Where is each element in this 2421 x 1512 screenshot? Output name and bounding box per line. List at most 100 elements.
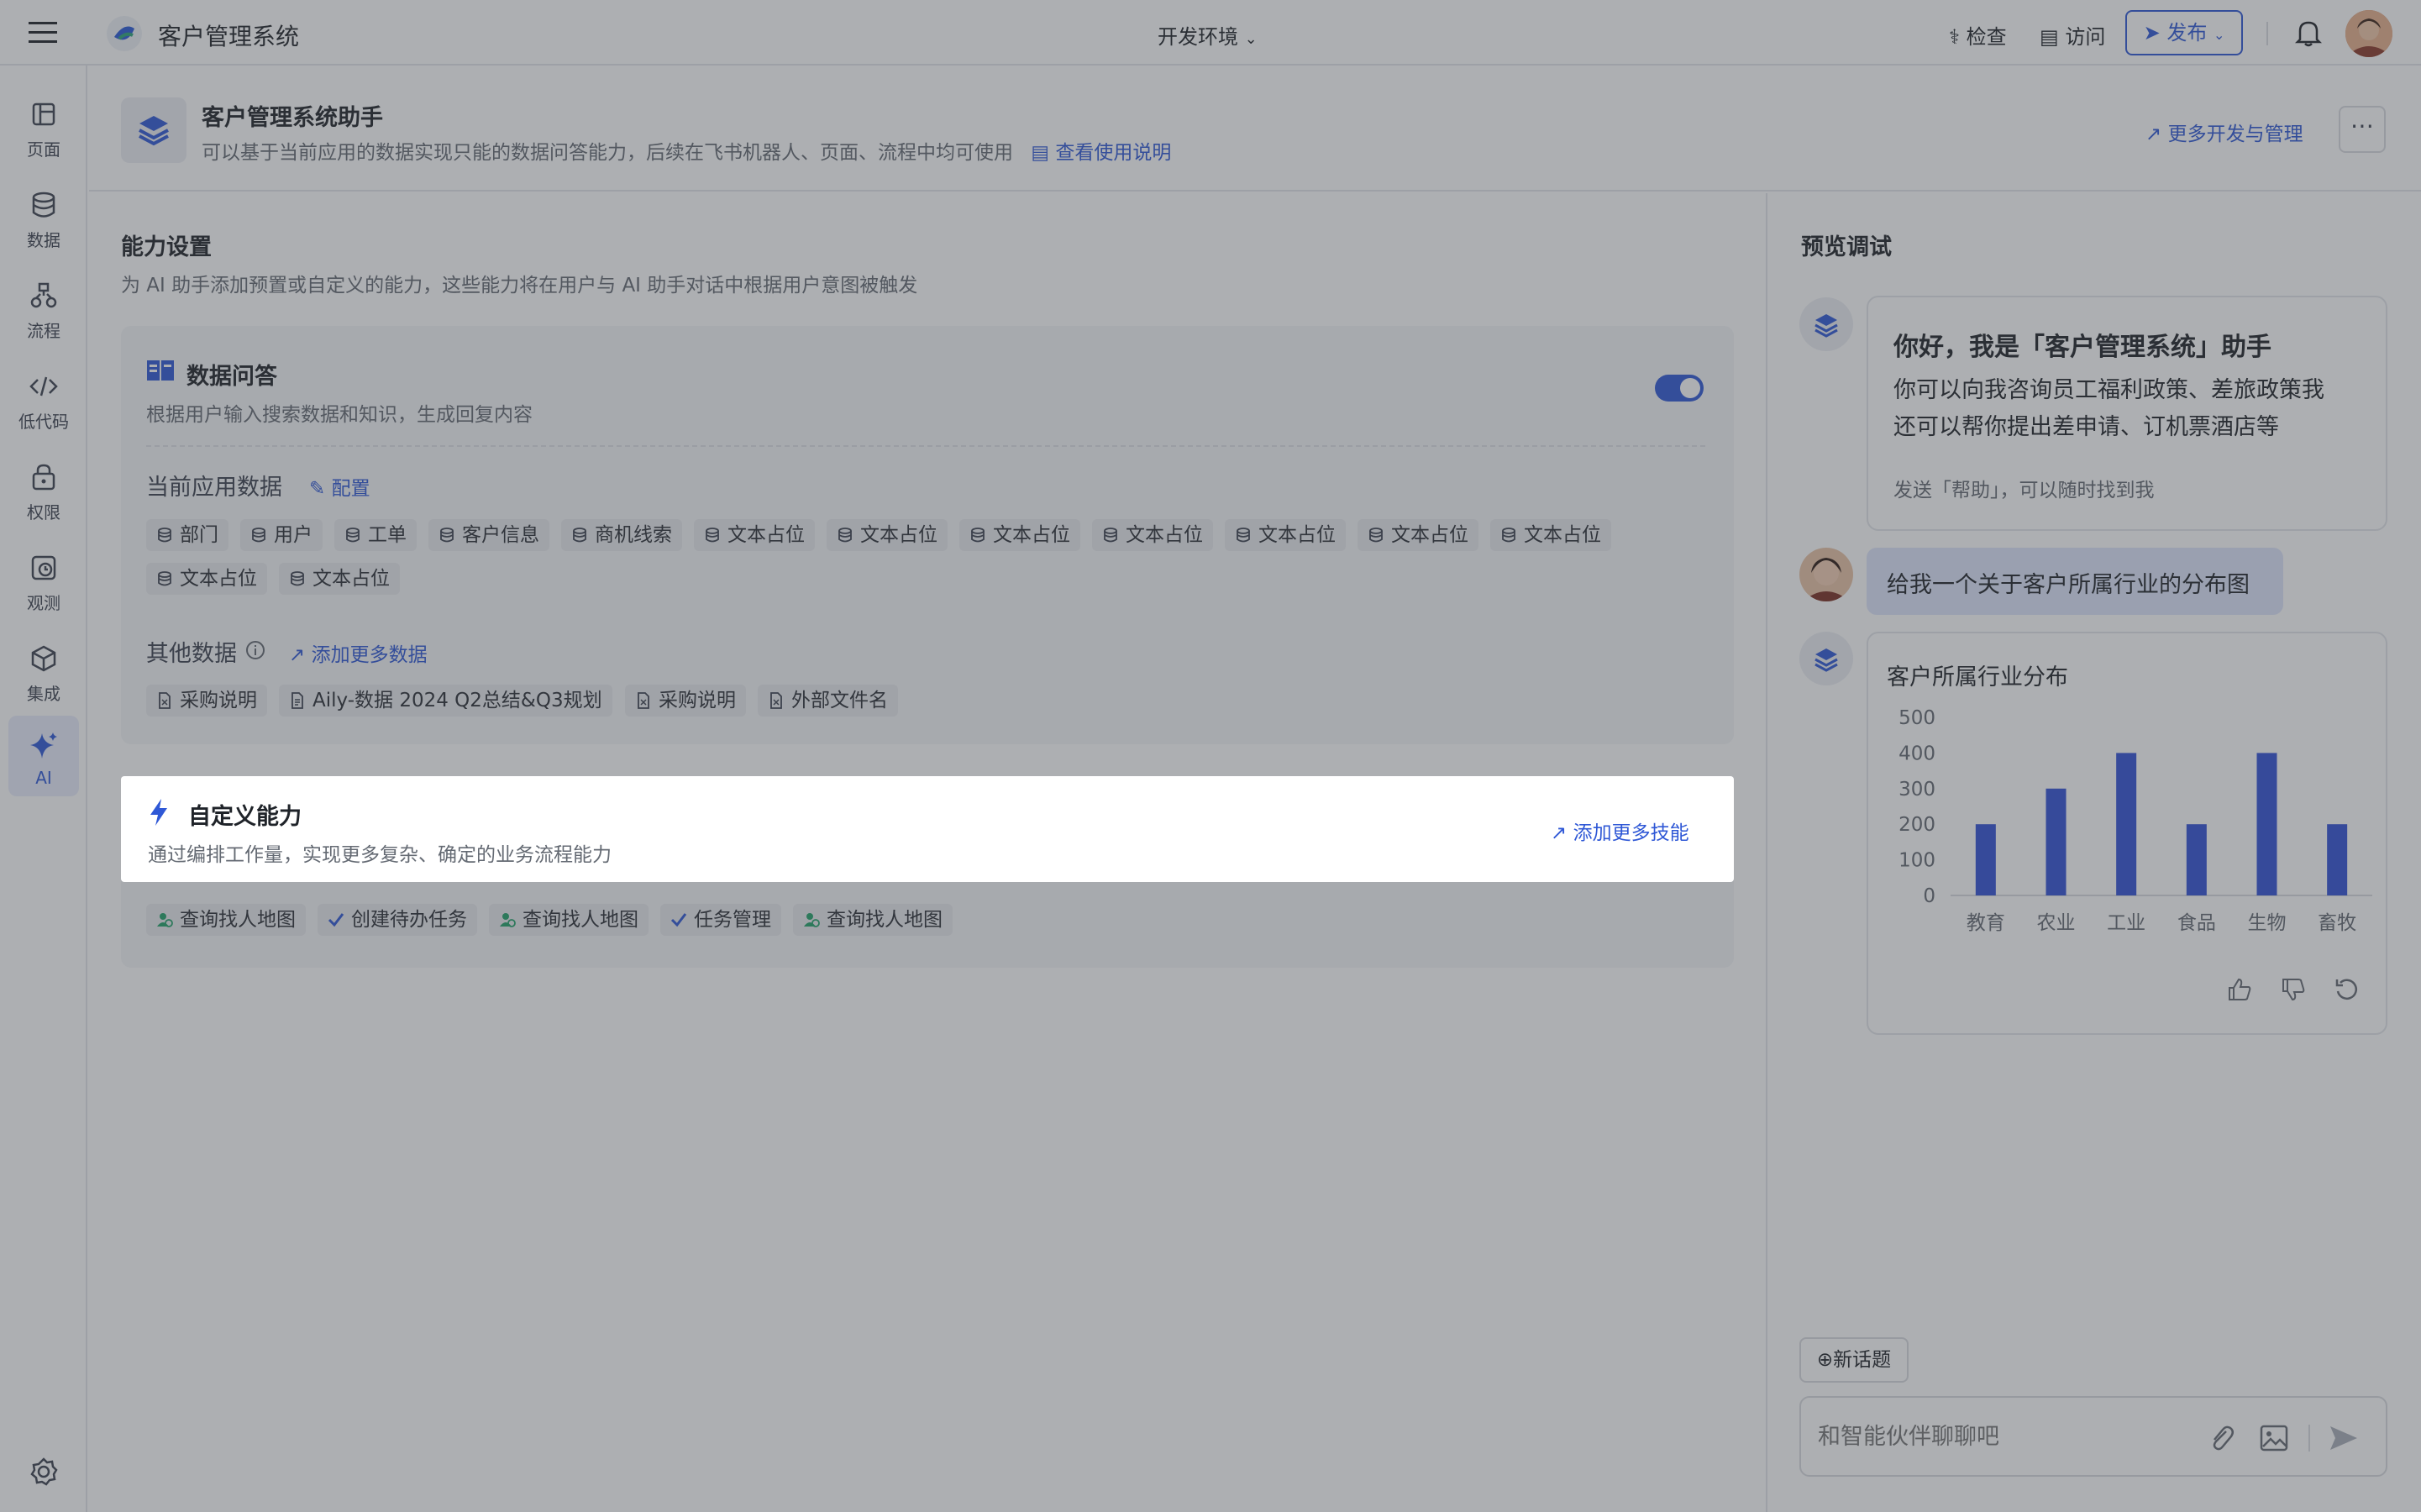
add-data-link[interactable]: ↗ 添加更多数据 — [289, 638, 428, 667]
sidebar-item-observe[interactable]: 观测 — [0, 534, 87, 618]
x-tick-label: 生物 — [2248, 912, 2287, 934]
table-chip: 用户 — [240, 519, 323, 551]
assistant-desc: 可以基于当前应用的数据实现只能的数据问答能力，后续在飞书机器人、页面、流程中均可… — [202, 136, 1171, 165]
database-icon — [439, 527, 455, 543]
bell-icon[interactable] — [2295, 18, 2322, 47]
config-link-label: 配置 — [331, 478, 370, 500]
table-chip: 文本占位 — [1490, 519, 1611, 551]
external-link-icon: ↗ — [1551, 822, 1568, 844]
divider — [2308, 1425, 2310, 1452]
file-chip: Aily-数据 2024 Q2总结&Q3规划 — [279, 685, 612, 717]
table-chip: 客户信息 — [428, 519, 549, 551]
database-icon — [704, 527, 721, 543]
image-icon[interactable] — [2260, 1425, 2288, 1452]
person-map-icon — [499, 911, 516, 928]
sidebar-item-permission[interactable]: 权限 — [0, 444, 87, 528]
sidebar-item-data[interactable]: 数据 — [0, 171, 87, 255]
user-message-text: 给我一个关于客户所属行业的分布图 — [1887, 572, 2250, 598]
publish-button[interactable]: ➤ 发布 ⌄ — [2125, 10, 2243, 55]
page-icon — [29, 99, 59, 129]
app-logo-icon — [106, 15, 143, 52]
table-chip-label: 文本占位 — [1126, 524, 1203, 546]
file-chip-label: 采购说明 — [180, 690, 257, 711]
sidebar-item-flow[interactable]: 流程 — [0, 262, 87, 346]
file-chip: 采购说明 — [625, 685, 746, 717]
external-link-icon: ↗ — [2145, 123, 2162, 145]
chart-bar[interactable] — [2116, 753, 2137, 895]
file-chip: 外部文件名 — [758, 685, 898, 717]
menu-icon[interactable] — [29, 22, 57, 44]
new-topic-button[interactable]: ⊕新话题 — [1799, 1337, 1909, 1383]
database-icon — [289, 570, 306, 587]
skill-chip-label: 任务管理 — [694, 909, 771, 931]
custom-desc: 通过编排工作量，实现更多复杂、确定的业务流程能力 — [148, 844, 612, 866]
table-chip-label: 文本占位 — [1258, 524, 1336, 546]
chat-input-box[interactable] — [1799, 1396, 2387, 1477]
data-qa-toggle[interactable] — [1655, 375, 1704, 402]
file-chip: 采购说明 — [146, 685, 267, 717]
sidebar-item-label: 集成 — [27, 684, 60, 704]
table-chip: 文本占位 — [694, 519, 815, 551]
file-icon — [635, 692, 652, 709]
assistant-header: 客户管理系统助手 可以基于当前应用的数据实现只能的数据问答能力，后续在飞书机器人… — [89, 67, 2421, 192]
book-icon — [146, 358, 175, 383]
app-title: 客户管理系统 — [158, 23, 300, 50]
chart-bubble: 客户所属行业分布 0 100 200 300 400 500 教育 农业 工业 食品 生物 畜牧 — [1867, 632, 2387, 1035]
other-data-label: 其他数据 — [146, 641, 237, 667]
custom-ability-highlight[interactable]: 自定义能力 通过编排工作量，实现更多复杂、确定的业务流程能力 ↗ 添加更多技能 — [121, 776, 1734, 882]
doc-link-label: 查看使用说明 — [1055, 142, 1172, 164]
sidebar-item-integration[interactable]: 集成 — [0, 625, 87, 709]
chart-bar[interactable] — [2186, 824, 2207, 895]
x-tick-label: 农业 — [2037, 912, 2076, 934]
flow-icon — [29, 281, 59, 311]
greeting-title: 你好，我是「客户管理系统」助手 — [1893, 333, 2271, 362]
preview-panel: 预览调试 你好，我是「客户管理系统」助手 你可以向我咨询员工福利政策、差旅政策我… — [1766, 193, 2421, 1512]
chat-input[interactable] — [1818, 1420, 2196, 1453]
config-link[interactable]: ✎ 配置 — [309, 472, 370, 501]
chart-bar[interactable] — [2256, 753, 2277, 895]
assistant-desc-text: 可以基于当前应用的数据实现只能的数据问答能力，后续在飞书机器人、页面、流程中均可… — [202, 142, 1013, 164]
skill-chip: 创建待办任务 — [318, 904, 477, 936]
thumbs-up-icon[interactable] — [2226, 976, 2253, 1003]
chart-bar[interactable] — [1975, 824, 1996, 895]
add-skill-link[interactable]: ↗ 添加更多技能 — [1551, 816, 1689, 845]
attachment-icon[interactable] — [2208, 1423, 2235, 1453]
chart-bar[interactable] — [2327, 824, 2348, 895]
skill-chip: 查询找人地图 — [793, 904, 953, 936]
table-chip-label: 文本占位 — [993, 524, 1070, 546]
thumbs-down-icon[interactable] — [2280, 976, 2307, 1003]
check-icon: ⚕ — [1949, 25, 1960, 49]
settings-icon[interactable] — [29, 1457, 59, 1487]
file-icon — [156, 692, 173, 709]
user-message-bubble: 给我一个关于客户所属行业的分布图 — [1867, 548, 2283, 615]
table-chip-label: 文本占位 — [312, 568, 390, 590]
check-icon — [670, 911, 687, 928]
sidebar-item-label: 流程 — [27, 321, 60, 341]
edit-icon: ✎ — [309, 478, 326, 500]
sidebar-item-lowcode[interactable]: 低代码 — [0, 353, 87, 437]
check-button[interactable]: ⚕ 检查 — [1949, 20, 2007, 50]
more-dev-link[interactable]: ↗ 更多开发与管理 — [2145, 118, 2303, 146]
visit-button[interactable]: ▤ 访问 — [2040, 20, 2105, 50]
greeting-line-1: 你可以向我咨询员工福利政策、差旅政策我 — [1893, 377, 2324, 403]
table-chip: 文本占位 — [279, 563, 400, 595]
doc-link[interactable]: ▤ 查看使用说明 — [1031, 142, 1171, 164]
env-selector[interactable]: 开发环境 ⌄ — [1158, 20, 1258, 50]
sidebar-item-ai[interactable]: AI — [8, 716, 79, 796]
avatar[interactable] — [2345, 10, 2392, 57]
add-skill-label: 添加更多技能 — [1573, 822, 1689, 844]
x-tick-label: 工业 — [2107, 912, 2145, 934]
file-chip-label: 外部文件名 — [791, 690, 888, 711]
add-data-label: 添加更多数据 — [311, 644, 428, 666]
divider — [2266, 22, 2268, 45]
observe-icon — [29, 553, 59, 583]
more-options-button[interactable]: ⋯ — [2339, 106, 2386, 153]
ellipsis-icon: ⋯ — [2350, 112, 2374, 139]
sidebar-item-page[interactable]: 页面 — [0, 81, 87, 165]
skill-chip: 任务管理 — [660, 904, 781, 936]
database-icon — [571, 527, 588, 543]
chart-bar[interactable] — [2046, 788, 2067, 895]
send-icon[interactable] — [2327, 1423, 2361, 1453]
refresh-icon[interactable] — [2334, 976, 2361, 1003]
table-chip-label: 文本占位 — [1524, 524, 1601, 546]
